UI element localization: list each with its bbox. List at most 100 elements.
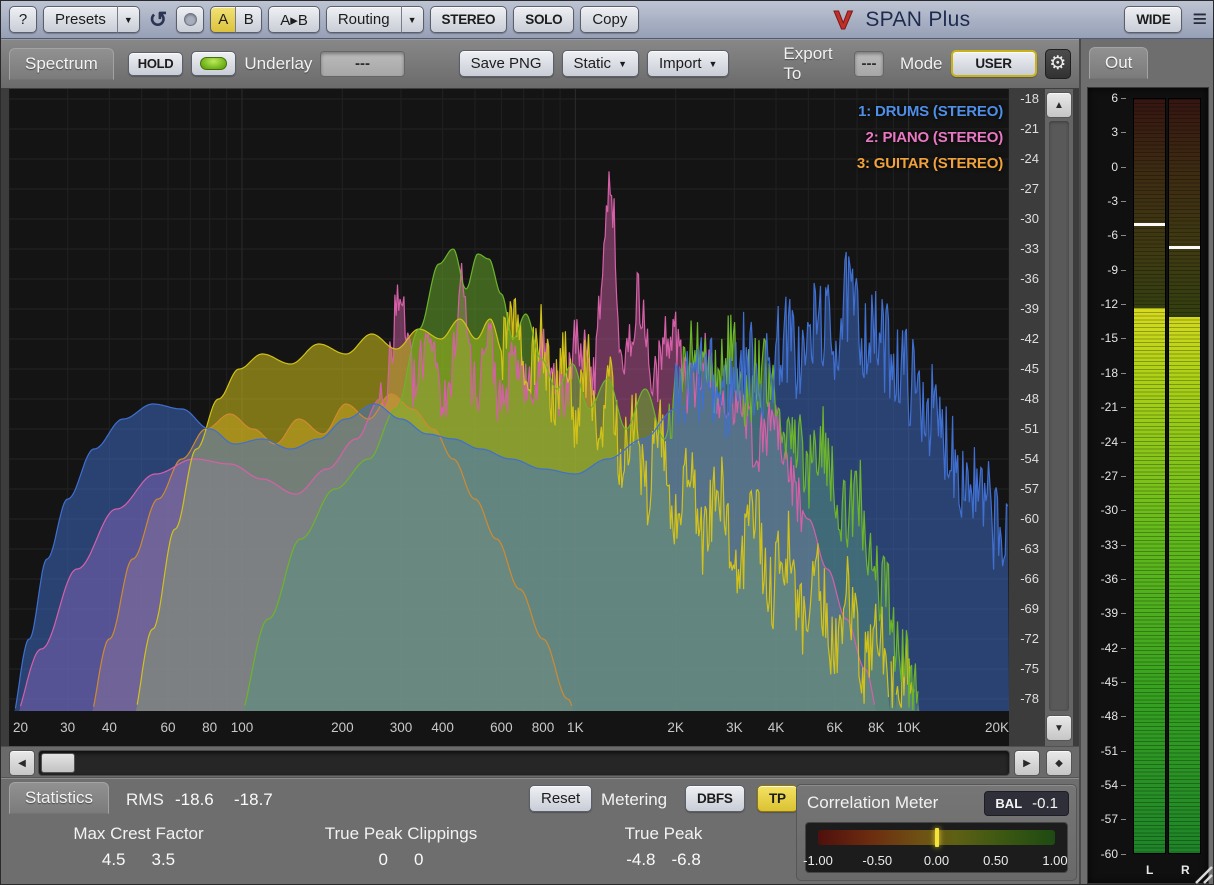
solo-button[interactable]: SOLO <box>513 6 574 33</box>
freq-tick-label: 20 <box>13 720 28 735</box>
save-png-button[interactable]: Save PNG <box>459 50 554 77</box>
led-icon <box>200 57 227 70</box>
tp-button[interactable]: TP <box>757 785 798 812</box>
correlation-marker <box>935 828 939 847</box>
correlation-bar[interactable] <box>818 830 1055 845</box>
b-button[interactable]: B <box>236 6 262 33</box>
help-button[interactable]: ? <box>9 6 37 33</box>
dbfs-button[interactable]: DBFS <box>685 785 745 812</box>
db-tick-label: -30 <box>1020 212 1039 226</box>
routing-button[interactable]: Routing <box>326 6 402 33</box>
tab-statistics[interactable]: Statistics <box>9 782 109 814</box>
underlay-select[interactable]: --- <box>320 51 404 77</box>
meter-scale-label: 3 <box>1088 126 1118 138</box>
presets-caret-button[interactable]: ▼ <box>118 6 140 33</box>
static-label: Static <box>574 55 612 72</box>
dot-icon <box>184 13 197 26</box>
reset-view-button[interactable]: ◆ <box>1046 750 1072 776</box>
correlation-scale-label: 1.00 <box>1042 853 1067 868</box>
meter-scale-tick <box>1121 545 1126 546</box>
stat-max-crest-factor: Max Crest Factor 4.5 3.5 <box>21 824 256 870</box>
export-to-select[interactable]: --- <box>854 51 884 77</box>
meter-scale-label: -60 <box>1088 848 1118 860</box>
presets-group: Presets ▼ <box>43 6 140 33</box>
wide-button[interactable]: WIDE <box>1124 6 1182 33</box>
plugin-title: SPAN Plus <box>865 8 970 32</box>
meter-scale-tick <box>1121 98 1126 99</box>
rms-label: RMS <box>126 790 164 810</box>
correlation-scale-label: 0.50 <box>983 853 1008 868</box>
output-meter[interactable]: 630-3-6-9-12-15-18-21-24-27-30-33-36-39-… <box>1087 87 1209 884</box>
settings-button[interactable]: ⚙ <box>1045 49 1072 79</box>
caret-down-icon: ▼ <box>618 59 627 69</box>
meter-scale-tick <box>1121 854 1126 855</box>
meter-scale-label: -18 <box>1088 367 1118 379</box>
a-button[interactable]: A <box>210 6 236 33</box>
db-tick-label: -78 <box>1020 692 1039 706</box>
db-tick-label: -36 <box>1020 272 1039 286</box>
meter-scale-label: -33 <box>1088 539 1118 551</box>
a-to-b-button[interactable]: A▸B <box>268 6 320 33</box>
import-dropdown-button[interactable]: Import▼ <box>647 50 729 77</box>
balance-readout: BAL -0.1 <box>984 791 1069 816</box>
scroll-left-button[interactable]: ◀ <box>9 750 35 776</box>
freq-tick-label: 3K <box>726 720 743 735</box>
meter-scale-tick <box>1121 579 1126 580</box>
output-meter-bar-r[interactable] <box>1168 98 1201 854</box>
hold-button[interactable]: HOLD <box>128 52 184 76</box>
freq-tick-label: 300 <box>390 720 413 735</box>
correlation-meter-title: Correlation Meter <box>807 793 938 813</box>
horizontal-scroll-thumb[interactable] <box>41 753 75 773</box>
stereo-button[interactable]: STEREO <box>430 6 508 33</box>
freq-tick-label: 200 <box>331 720 354 735</box>
correlation-scale-label: 0.00 <box>924 853 949 868</box>
meter-scale-tick <box>1121 476 1126 477</box>
tab-out[interactable]: Out <box>1089 47 1148 79</box>
correlation-scale-label: -1.00 <box>803 853 833 868</box>
routing-caret-button[interactable]: ▼ <box>402 6 424 33</box>
topbar-right-group: WIDE ≡ <box>1124 6 1207 33</box>
color-swatch-button[interactable] <box>176 6 204 33</box>
vertical-scroll-track[interactable] <box>1049 121 1069 711</box>
db-tick-label: -51 <box>1020 422 1039 436</box>
arrow-down-icon: ▼ <box>1054 723 1064 734</box>
peak-marker-l <box>1134 223 1165 226</box>
rms-value-left: -18.6 <box>175 790 214 810</box>
db-tick-label: -60 <box>1020 512 1039 526</box>
scroll-right-button[interactable]: ▶ <box>1014 750 1040 776</box>
db-tick-label: -24 <box>1020 152 1039 166</box>
arrow-up-icon: ▲ <box>1054 100 1064 111</box>
meter-scale-label: -9 <box>1088 264 1118 276</box>
voxengo-logo-icon <box>831 8 857 32</box>
scroll-down-button[interactable]: ▼ <box>1046 715 1072 741</box>
freq-tick-label: 6K <box>826 720 843 735</box>
menu-icon[interactable]: ≡ <box>1192 7 1207 32</box>
stat-value: -4.8 <box>626 850 655 870</box>
presets-button[interactable]: Presets <box>43 6 118 33</box>
meter-scale-label: 0 <box>1088 161 1118 173</box>
vertical-scrollbar[interactable]: ▲ ▼ <box>1045 89 1073 746</box>
spectrum-display[interactable] <box>9 89 1009 711</box>
db-tick-label: -57 <box>1020 482 1039 496</box>
mode-user-button[interactable]: USER <box>951 50 1037 77</box>
undo-icon[interactable]: ↺ <box>149 9 167 31</box>
freq-tick-label: 8K <box>868 720 885 735</box>
underlay-label: Underlay <box>244 54 312 74</box>
correlation-scale: -1.00-0.500.000.501.00 <box>818 853 1055 869</box>
scroll-up-button[interactable]: ▲ <box>1046 92 1072 118</box>
spectrum-color-led-button[interactable] <box>191 51 236 76</box>
meter-scale-tick <box>1121 373 1126 374</box>
frequency-axis: 20304060801002003004006008001K2K3K4K6K8K… <box>9 711 1009 746</box>
horizontal-scroll-track[interactable] <box>38 750 1010 776</box>
brand: SPAN Plus <box>831 8 970 32</box>
reset-button[interactable]: Reset <box>529 785 592 812</box>
ab-compare-group: A B <box>210 6 262 33</box>
static-dropdown-button[interactable]: Static ▼ <box>562 50 639 77</box>
resize-grip-icon[interactable] <box>1191 862 1213 884</box>
tab-spectrum[interactable]: Spectrum <box>9 48 114 80</box>
meter-scale-tick <box>1121 716 1126 717</box>
output-meter-bar-l[interactable] <box>1133 98 1166 854</box>
copy-button[interactable]: Copy <box>580 6 639 33</box>
diamond-icon: ◆ <box>1055 758 1063 769</box>
db-tick-label: -54 <box>1020 452 1039 466</box>
